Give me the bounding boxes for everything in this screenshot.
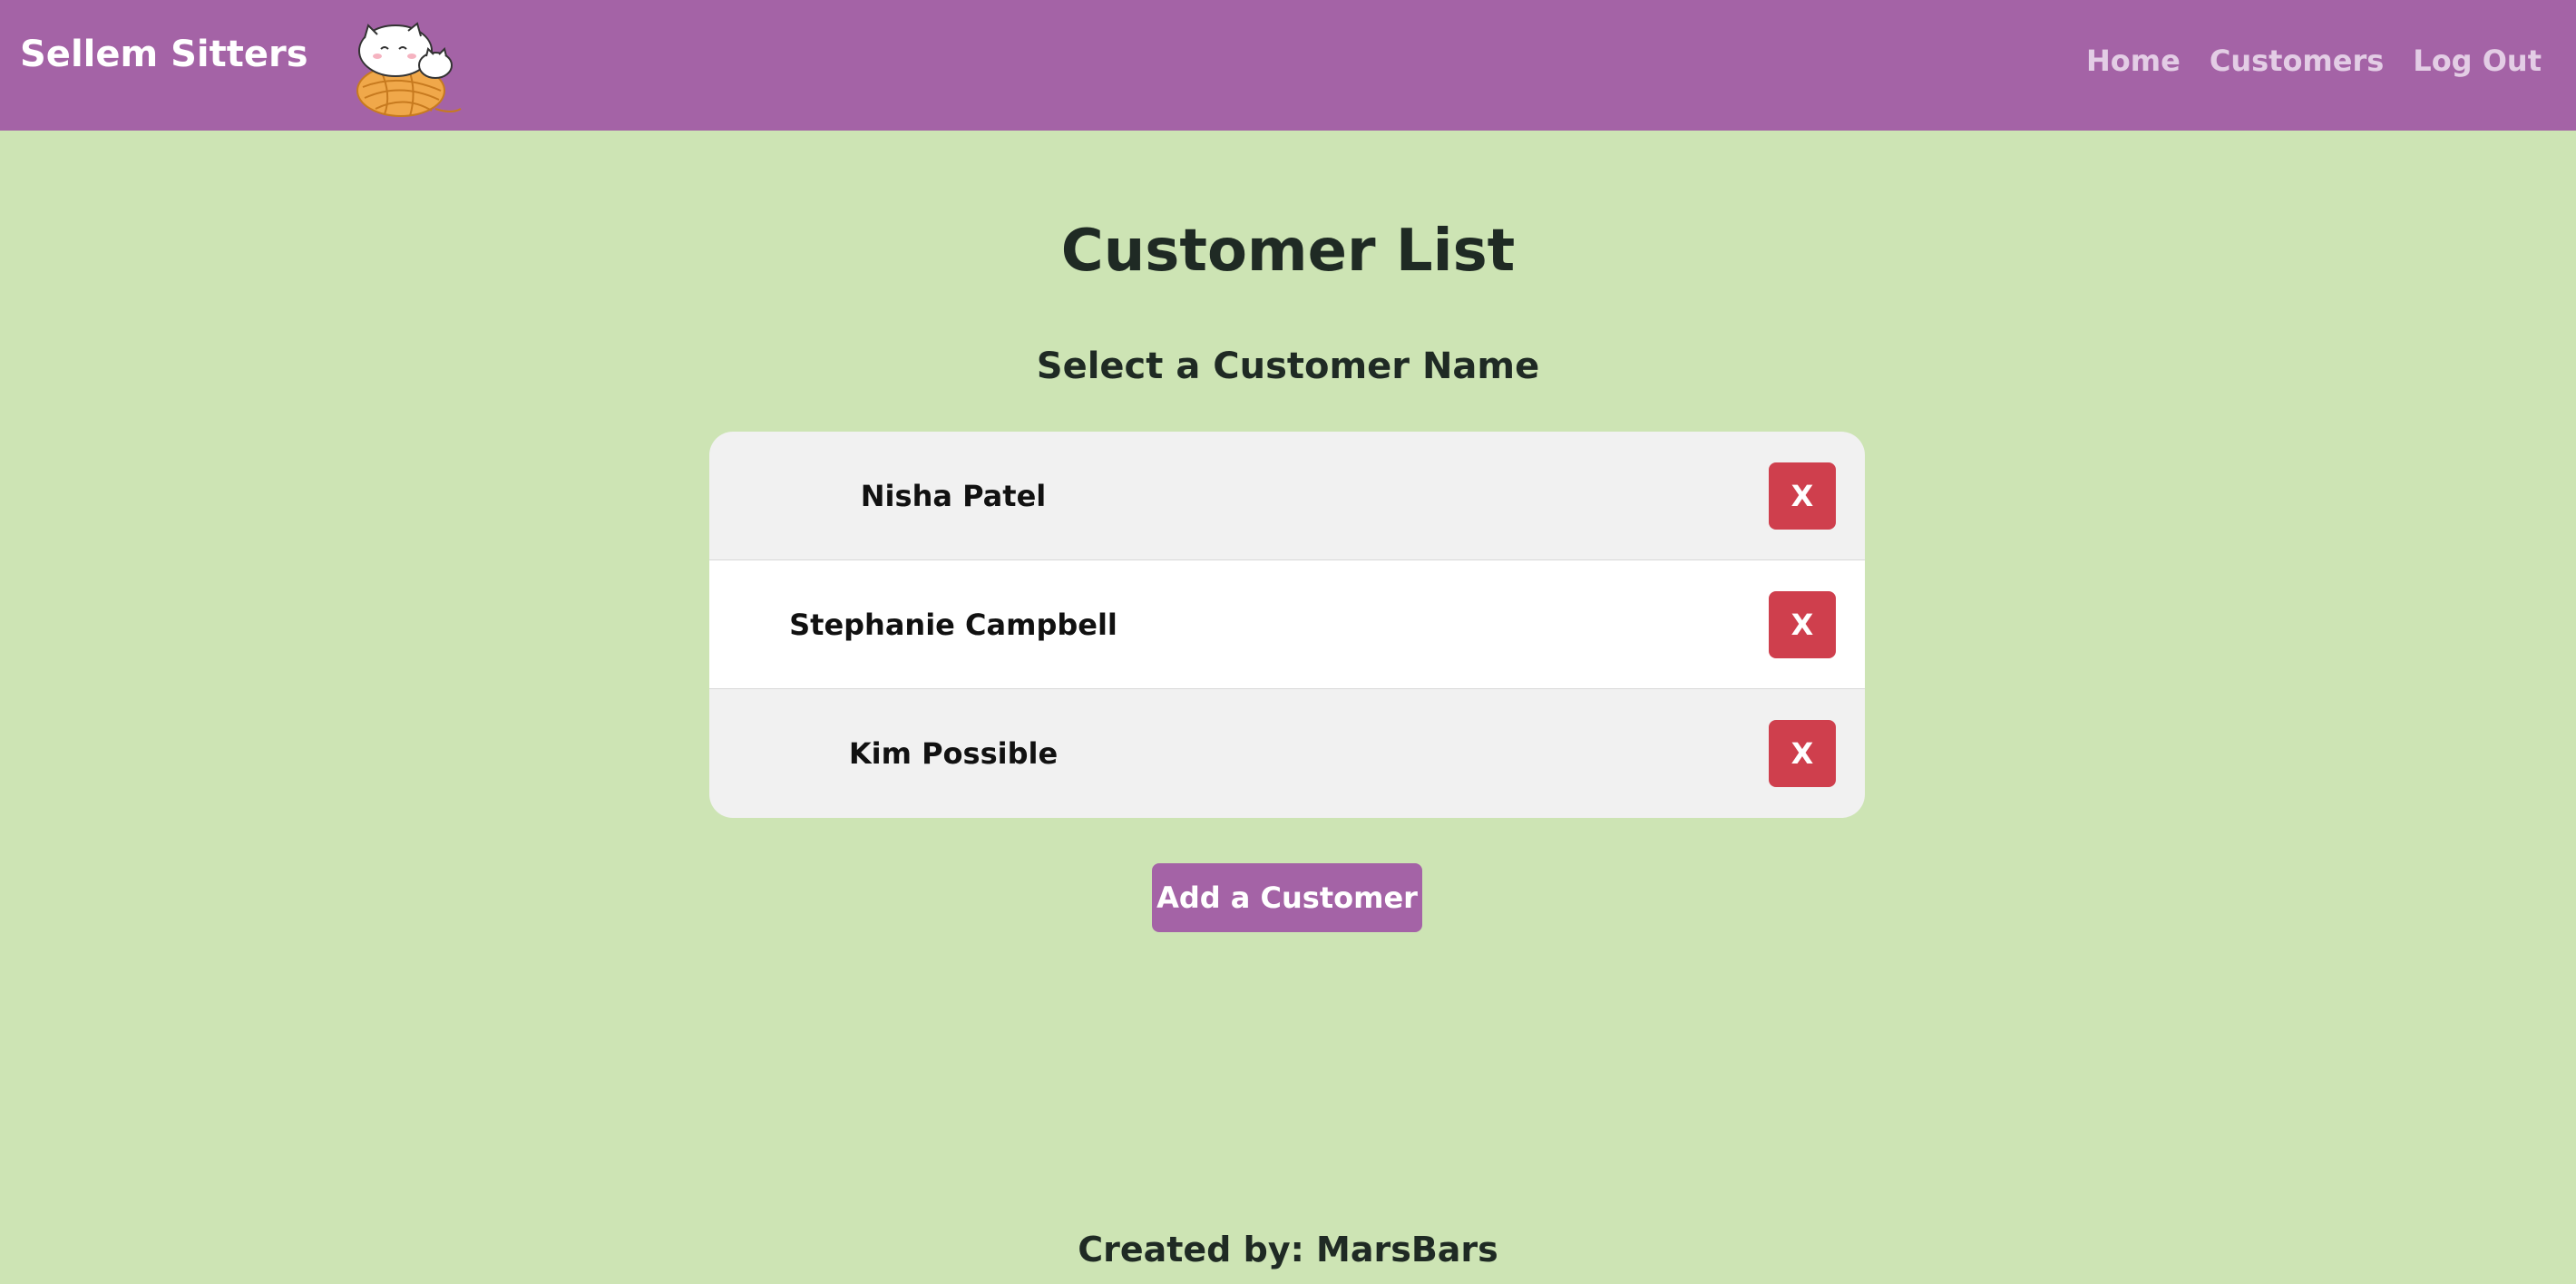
add-customer-button[interactable]: Add a Customer	[1152, 863, 1422, 932]
customer-name-link[interactable]: Nisha Patel	[709, 432, 1197, 560]
cat-on-yarn-ball-icon	[345, 18, 464, 120]
customer-row: Stephanie Campbell X	[709, 560, 1865, 689]
nav-links: Home Customers Log Out	[2086, 40, 2542, 82]
delete-customer-button[interactable]: X	[1769, 462, 1836, 530]
navbar: Sellem Sitters Home Customers Log Out	[0, 0, 2576, 131]
footer-credit: Created by: MarsBars	[1078, 1230, 1498, 1269]
customer-row: Kim Possible X	[709, 689, 1865, 818]
customer-row: Nisha Patel X	[709, 432, 1865, 560]
customer-list: Nisha Patel X Stephanie Campbell X Kim P…	[709, 432, 1865, 818]
delete-customer-button[interactable]: X	[1769, 591, 1836, 658]
brand-name[interactable]: Sellem Sitters	[20, 31, 308, 78]
page-subtitle: Select a Customer Name	[1036, 345, 1540, 387]
nav-logout-link[interactable]: Log Out	[2413, 40, 2542, 82]
nav-home-link[interactable]: Home	[2086, 40, 2181, 82]
customer-name-link[interactable]: Kim Possible	[709, 689, 1197, 818]
delete-customer-button[interactable]: X	[1769, 720, 1836, 787]
page-title: Customer List	[1060, 218, 1516, 285]
nav-customers-link[interactable]: Customers	[2210, 40, 2384, 82]
customer-name-link[interactable]: Stephanie Campbell	[709, 560, 1197, 689]
